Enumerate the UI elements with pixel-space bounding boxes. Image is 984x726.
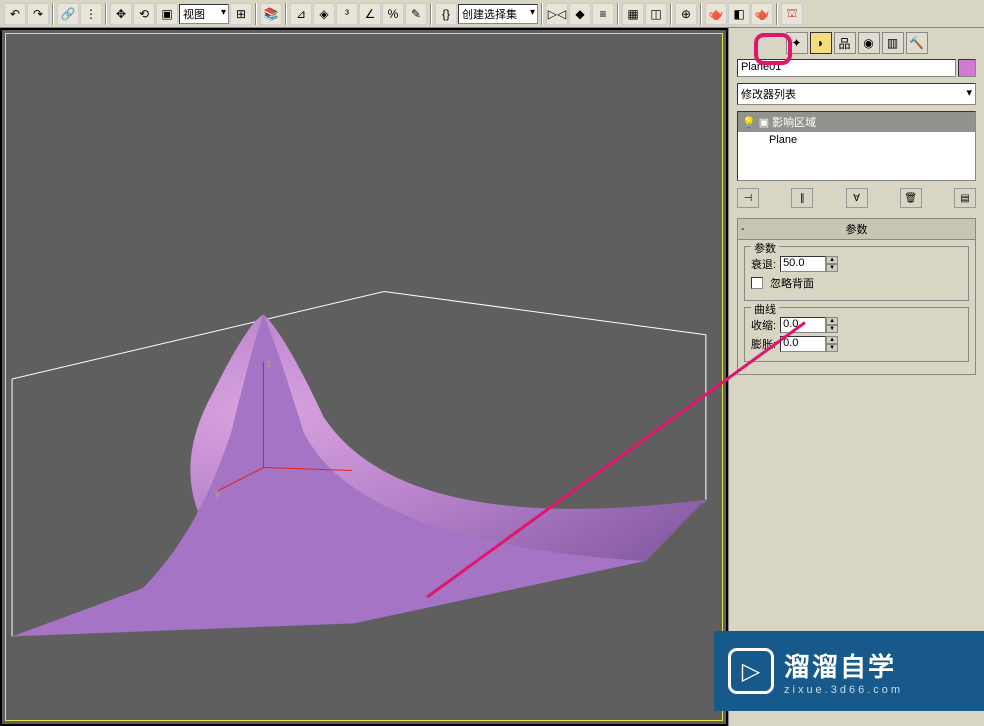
falloff-input[interactable]: 50.0 (780, 256, 826, 272)
snap-icon[interactable]: ⊞ (230, 3, 252, 25)
svg-text:z: z (266, 359, 271, 370)
group-label: 曲线 (751, 301, 779, 317)
params-rollout: - 参数 参数 衰退: 50.0 ▲ ▼ (737, 218, 976, 375)
curve-group: 曲线 收缩: 0.0 ▲ ▼ 膨胀: (744, 307, 969, 362)
spinner-up-icon[interactable]: ▲ (826, 256, 838, 264)
material-icon[interactable]: ⊕ (675, 3, 697, 25)
view-dropdown[interactable]: 视图 (179, 4, 229, 24)
selection-set-dropdown[interactable]: 创建选择集 (458, 4, 538, 24)
spinner-down-icon[interactable]: ▼ (826, 344, 838, 352)
edit-icon[interactable]: ✎ (405, 3, 427, 25)
link-icon[interactable]: 🔗 (57, 3, 79, 25)
expand-icon: ▣ (759, 116, 769, 129)
rotate-icon[interactable]: ⟲ (133, 3, 155, 25)
make-unique-icon[interactable]: ∀ (846, 188, 868, 208)
named-sel-icon[interactable]: {} (435, 3, 457, 25)
viewport-scene: z y x (2, 30, 726, 724)
spinner-up-icon[interactable]: ▲ (826, 336, 838, 344)
lightbulb-icon: 💡 (742, 116, 756, 129)
reactor-icon[interactable]: ⛫ (781, 3, 803, 25)
percent-snap-icon[interactable]: ³ (336, 3, 358, 25)
unlink-icon[interactable]: ⋮ (80, 3, 102, 25)
ignore-backface-label: 忽略背面 (770, 275, 814, 291)
stack-item-plane[interactable]: Plane (738, 132, 975, 148)
render-frame-icon[interactable]: ◧ (728, 3, 750, 25)
move-icon[interactable]: ✥ (110, 3, 132, 25)
bubble-input[interactable]: 0.0 (780, 336, 826, 352)
rollout-header[interactable]: - 参数 (738, 219, 975, 240)
spinner-snap-icon[interactable]: ∠ (359, 3, 381, 25)
redo-icon[interactable]: ↷ (27, 3, 49, 25)
show-end-icon[interactable]: ∥ (791, 188, 813, 208)
scale-icon[interactable]: ▣ (156, 3, 178, 25)
hierarchy-tab-icon[interactable]: 品 (834, 32, 856, 54)
viewport[interactable]: z y x (0, 28, 728, 726)
pinch-input[interactable]: 0.0 (780, 317, 826, 333)
stack-item-label: 影响区域 (772, 114, 816, 130)
object-name-input[interactable]: Plane01 (737, 59, 956, 77)
utilities-tab-icon[interactable]: 🔨 (906, 32, 928, 54)
rollout-title: 参数 (846, 221, 868, 237)
remove-mod-icon[interactable]: 🗑 (900, 188, 922, 208)
ignore-backface-checkbox[interactable] (751, 277, 763, 289)
percent-icon[interactable]: % (382, 3, 404, 25)
layers-icon[interactable]: ≡ (592, 3, 614, 25)
configure-icon[interactable]: ▤ (954, 188, 976, 208)
svg-text:y: y (215, 490, 220, 501)
modifier-list-dropdown[interactable]: 修改器列表 (737, 83, 976, 105)
spinner-up-icon[interactable]: ▲ (826, 317, 838, 325)
undo-icon[interactable]: ↶ (4, 3, 26, 25)
angle-snap-icon[interactable]: ◈ (313, 3, 335, 25)
curve-editor-icon[interactable]: ▦ (622, 3, 644, 25)
motion-tab-icon[interactable]: ◉ (858, 32, 880, 54)
schematic-icon[interactable]: ◫ (645, 3, 667, 25)
watermark-title: 溜溜自学 (784, 647, 903, 684)
stack-item-label: Plane (769, 134, 797, 146)
mirror-icon[interactable]: ▷◁ (546, 3, 568, 25)
display-tab-icon[interactable]: ▥ (882, 32, 904, 54)
command-panel: ✦ ◗ 品 ◉ ▥ 🔨 Plane01 修改器列表 💡 ▣ 影响区域 Plane… (728, 28, 984, 726)
stack-item-affect-region[interactable]: 💡 ▣ 影响区域 (738, 112, 975, 132)
stack-controls: ⊣ ∥ ∀ 🗑 ▤ (737, 188, 976, 208)
modifier-stack[interactable]: 💡 ▣ 影响区域 Plane (737, 111, 976, 181)
pin-stack-icon[interactable]: ⊣ (737, 188, 759, 208)
spinner-down-icon[interactable]: ▼ (826, 264, 838, 272)
object-color-swatch[interactable] (958, 59, 976, 77)
main-toolbar: ↶ ↷ 🔗 ⋮ ✥ ⟲ ▣ 视图 ⊞ 📚 ⊿ ◈ ³ ∠ % ✎ {} 创建选择… (0, 0, 984, 28)
create-tab-icon[interactable]: ✦ (786, 32, 808, 54)
bubble-label: 膨胀: (751, 336, 776, 352)
spinner-down-icon[interactable]: ▼ (826, 325, 838, 333)
svg-text:x: x (354, 465, 359, 476)
falloff-label: 衰退: (751, 256, 776, 272)
manipulate-icon[interactable]: 📚 (260, 3, 282, 25)
snap-toggle-icon[interactable]: ⊿ (290, 3, 312, 25)
params-group: 参数 衰退: 50.0 ▲ ▼ 忽略背面 (744, 246, 969, 301)
group-label: 参数 (751, 240, 779, 256)
watermark: ▷ 溜溜自学 zixue.3d66.com (714, 631, 984, 711)
play-icon: ▷ (728, 648, 774, 694)
watermark-subtitle: zixue.3d66.com (784, 684, 903, 696)
pinch-label: 收缩: (751, 317, 776, 333)
align-icon[interactable]: ◆ (569, 3, 591, 25)
collapse-icon: - (741, 223, 745, 235)
render-setup-icon[interactable]: 🫖 (705, 3, 727, 25)
modify-tab-icon[interactable]: ◗ (810, 32, 832, 54)
quick-render-icon[interactable]: 🫖 (751, 3, 773, 25)
panel-tabs: ✦ ◗ 品 ◉ ▥ 🔨 (731, 30, 982, 56)
